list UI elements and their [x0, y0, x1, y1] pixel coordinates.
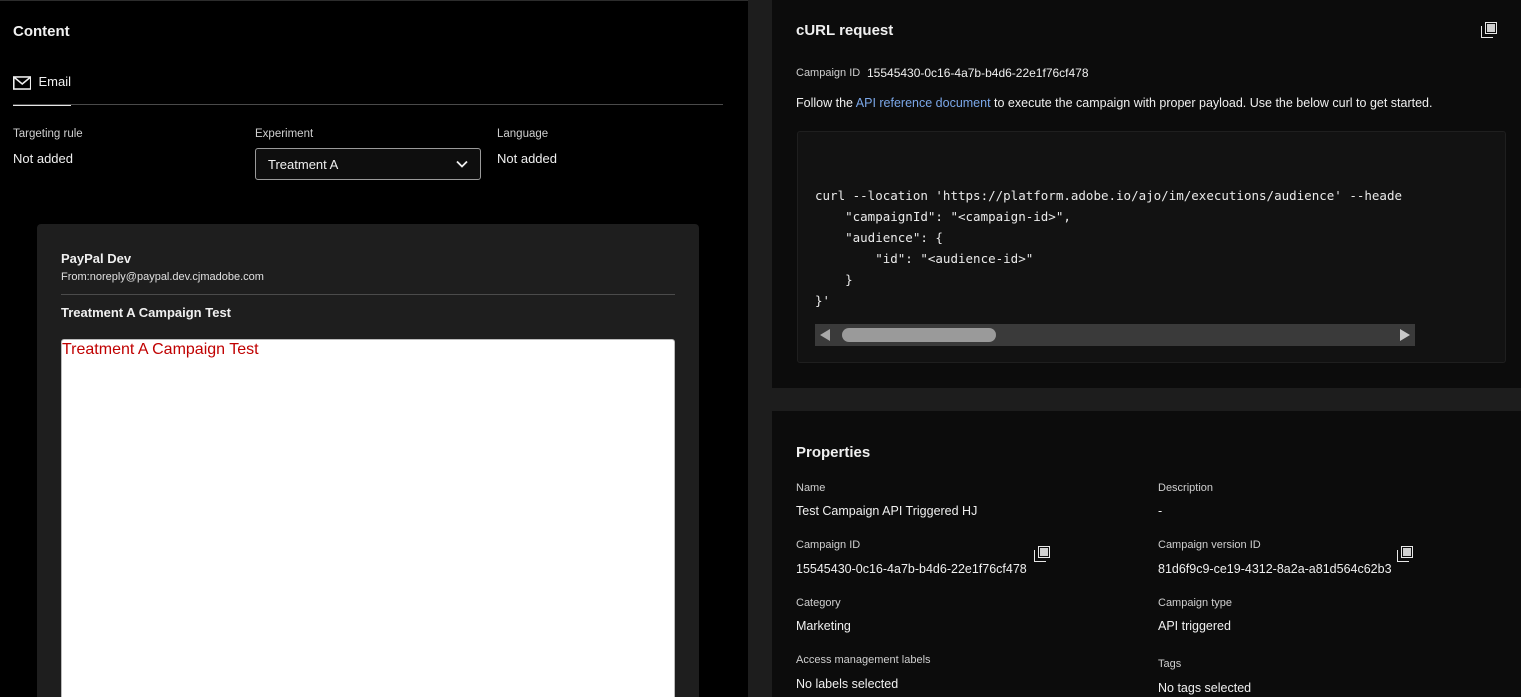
- email-preview: PayPal Dev From:noreply@paypal.dev.cjmad…: [37, 224, 699, 697]
- prop-version-id-value: 81d6f9c9-ce19-4312-8a2a-a81d564c62b3: [1158, 562, 1392, 576]
- targeting-rule-label: Targeting rule: [13, 128, 83, 140]
- prop-access-labels-value: No labels selected: [796, 677, 899, 691]
- email-sender: PayPal Dev: [61, 251, 132, 266]
- code-line: "id": "<audience-id>": [815, 251, 1034, 266]
- copy-icon[interactable]: [1397, 546, 1413, 562]
- experiment-select-value: Treatment A: [268, 156, 339, 172]
- experiment-label: Experiment: [255, 128, 314, 140]
- properties-title: Properties: [796, 444, 871, 461]
- prop-campaign-id-value: 15545430-0c16-4a7b-b4d6-22e1f76cf478: [796, 562, 1027, 576]
- instr-text-pre: Follow the: [796, 96, 856, 110]
- instr-text-post: to execute the campaign with proper payl…: [990, 96, 1433, 110]
- prop-name-label: Name: [796, 482, 826, 494]
- scroll-thumb[interactable]: [842, 328, 996, 342]
- prop-tags-value: No tags selected: [1158, 681, 1252, 695]
- prop-campaign-id-label: Campaign ID: [796, 539, 861, 551]
- prop-description-value: -: [1158, 504, 1163, 518]
- tab-email-label: Email: [38, 74, 71, 89]
- prop-version-id-label: Campaign version ID: [1158, 539, 1261, 551]
- code-line: }': [815, 293, 831, 308]
- scroll-left-arrow-icon[interactable]: [820, 329, 830, 341]
- prop-access-labels-label: Access management labels: [796, 654, 931, 666]
- curl-campaign-id-label: Campaign ID: [796, 67, 861, 79]
- email-from: From:noreply@paypal.dev.cjmadobe.com: [61, 271, 264, 283]
- curl-campaign-id-value: 15545430-0c16-4a7b-b4d6-22e1f76cf478: [867, 66, 1089, 80]
- prop-tags-label: Tags: [1158, 658, 1182, 670]
- scroll-right-arrow-icon[interactable]: [1400, 329, 1410, 341]
- code-line: "audience": {: [815, 230, 943, 245]
- language-label: Language: [497, 128, 549, 140]
- email-body-text: Treatment A Campaign Test: [62, 341, 259, 358]
- experiment-select[interactable]: Treatment A: [255, 148, 481, 180]
- email-subject: Treatment A Campaign Test: [61, 305, 231, 320]
- curl-code: curl --location 'https://platform.adobe.…: [815, 185, 1415, 311]
- prop-campaign-type-value: API triggered: [1158, 619, 1231, 633]
- content-title: Content: [13, 23, 70, 40]
- tab-email[interactable]: Email: [13, 65, 71, 106]
- curl-instructions: Follow the API reference document to exe…: [796, 96, 1432, 110]
- code-line: }: [815, 272, 853, 287]
- panel-divider: [748, 0, 772, 697]
- mail-icon: [13, 76, 32, 90]
- copy-icon[interactable]: [1481, 22, 1497, 38]
- email-body-frame: Treatment A Campaign Test: [61, 339, 675, 697]
- tab-divider: [13, 104, 723, 105]
- curl-code-box: curl --location 'https://platform.adobe.…: [797, 131, 1506, 363]
- properties-card: Properties Name Test Campaign API Trigge…: [772, 411, 1521, 697]
- api-reference-link[interactable]: API reference document: [856, 96, 991, 110]
- prop-description-label: Description: [1158, 482, 1214, 494]
- code-line: "campaignId": "<campaign-id>",: [815, 209, 1071, 224]
- prop-name-value: Test Campaign API Triggered HJ: [796, 504, 978, 518]
- copy-icon[interactable]: [1034, 546, 1050, 562]
- curl-request-card: cURL request Campaign ID 15545430-0c16-4…: [772, 0, 1521, 388]
- prop-category-label: Category: [796, 597, 841, 609]
- code-horizontal-scrollbar[interactable]: [815, 324, 1415, 346]
- preview-divider: [61, 294, 675, 295]
- curl-title: cURL request: [796, 22, 894, 39]
- content-panel: Content Email Targeting rule Not added E…: [0, 0, 748, 697]
- code-line: curl --location 'https://platform.adobe.…: [815, 188, 1402, 203]
- targeting-rule-value: Not added: [13, 151, 73, 166]
- card-gap: [772, 388, 1521, 411]
- language-value: Not added: [497, 151, 557, 166]
- prop-category-value: Marketing: [796, 619, 851, 633]
- chevron-down-icon: [456, 160, 468, 168]
- prop-campaign-type-label: Campaign type: [1158, 597, 1232, 609]
